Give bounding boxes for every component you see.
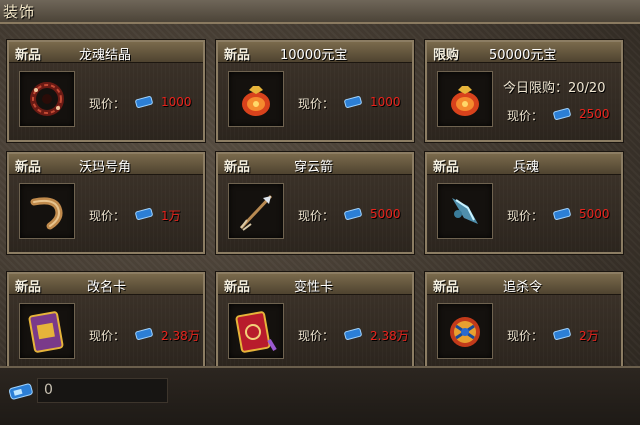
blue-gem-ticket-icon xyxy=(135,96,153,108)
card-body: 现价： 5000 xyxy=(218,175,412,252)
item-name: 追杀令 xyxy=(503,280,543,295)
new-tag: 新品 xyxy=(224,280,251,295)
shop-item-card[interactable]: 新品 追杀令 现价： 2万 xyxy=(425,272,623,368)
blue-gem-ticket-icon xyxy=(344,96,362,108)
item-slot[interactable] xyxy=(19,71,75,127)
gender-change-card-icon xyxy=(235,311,277,353)
new-tag: 新品 xyxy=(433,280,460,295)
item-name: 10000元宝 xyxy=(280,48,348,63)
item-price: 2.38万 xyxy=(161,329,200,343)
blue-gem-ticket-icon xyxy=(553,208,571,220)
shop-item-card[interactable]: 新品 10000元宝 现价： 1000 xyxy=(216,40,414,142)
hunt-order-icon xyxy=(450,317,480,347)
item-price: 2500 xyxy=(579,107,610,121)
shop-item-card[interactable]: 新品 沃玛号角 现价： 1万 xyxy=(7,152,205,254)
red-money-bag-icon xyxy=(451,86,479,116)
price-label: 现价： xyxy=(89,329,126,343)
rename-card-icon xyxy=(28,311,64,353)
item-name: 兵魂 xyxy=(513,160,540,175)
new-tag: 新品 xyxy=(224,160,251,175)
weapon-soul-icon xyxy=(452,198,478,224)
item-price: 1000 xyxy=(370,95,401,109)
shop-item-card[interactable]: 新品 兵魂 现价： 5000 xyxy=(425,152,623,254)
item-name: 改名卡 xyxy=(87,280,127,295)
dragon-soul-crystal-icon xyxy=(30,82,64,116)
card-body: 现价： 1万 xyxy=(9,175,203,252)
card-body: 现价： 2万 xyxy=(427,295,621,366)
window-title: 装饰 xyxy=(3,3,36,21)
blue-gem-ticket-icon xyxy=(553,108,571,120)
item-slot[interactable] xyxy=(437,71,493,127)
item-price: 1万 xyxy=(161,209,181,223)
limited-tag: 限购 xyxy=(433,48,460,63)
item-name: 50000元宝 xyxy=(489,48,557,63)
item-slot[interactable] xyxy=(19,303,75,359)
item-price: 5000 xyxy=(579,207,610,221)
card-header: 新品 10000元宝 xyxy=(218,42,412,63)
price-label: 现价： xyxy=(507,109,544,123)
blue-gem-ticket-icon xyxy=(8,383,33,400)
item-slot[interactable] xyxy=(228,71,284,127)
red-money-bag-icon xyxy=(242,86,270,116)
card-header: 新品 追杀令 xyxy=(427,274,621,295)
card-header: 新品 变性卡 xyxy=(218,274,412,295)
price-label: 现价： xyxy=(89,97,126,111)
item-slot[interactable] xyxy=(437,183,493,239)
card-header: 新品 龙魂结晶 xyxy=(9,42,203,63)
daily-limit-text: 今日限购：20/20 xyxy=(503,81,606,96)
item-name: 变性卡 xyxy=(294,280,334,295)
item-slot[interactable] xyxy=(19,183,75,239)
card-body: 现价： 2.38万 xyxy=(9,295,203,366)
card-body: 现价： 5000 xyxy=(427,175,621,252)
price-label: 现价： xyxy=(89,209,126,223)
card-header: 限购 50000元宝 xyxy=(427,42,621,63)
arrow-icon xyxy=(239,194,273,231)
shop-item-card[interactable]: 新品 改名卡 现价： 2.38万 xyxy=(7,272,205,368)
blue-gem-ticket-icon xyxy=(135,328,153,340)
item-price: 5000 xyxy=(370,207,401,221)
card-header: 新品 改名卡 xyxy=(9,274,203,295)
item-name: 龙魂结晶 xyxy=(79,48,132,63)
card-header: 新品 兵魂 xyxy=(427,154,621,175)
price-label: 现价： xyxy=(507,329,544,343)
price-label: 现价： xyxy=(298,209,335,223)
title-bar: 装饰 xyxy=(0,0,640,24)
blue-gem-ticket-icon xyxy=(135,208,153,220)
new-tag: 新品 xyxy=(433,160,460,175)
blue-gem-ticket-icon xyxy=(344,328,362,340)
item-price: 2.38万 xyxy=(370,329,409,343)
item-slot[interactable] xyxy=(228,303,284,359)
currency-balance-field: 0 xyxy=(37,378,168,403)
blue-gem-ticket-icon xyxy=(553,328,571,340)
shop-item-card[interactable]: 新品 变性卡 现价： 2.38万 xyxy=(216,272,414,368)
item-name: 穿云箭 xyxy=(294,160,334,175)
blue-gem-ticket-icon xyxy=(344,208,362,220)
item-name: 沃玛号角 xyxy=(79,160,132,175)
price-label: 现价： xyxy=(298,329,335,343)
item-price: 1000 xyxy=(161,95,192,109)
card-header: 新品 穿云箭 xyxy=(218,154,412,175)
card-header: 新品 沃玛号角 xyxy=(9,154,203,175)
shop-item-card[interactable]: 新品 穿云箭 现价： 5000 xyxy=(216,152,414,254)
new-tag: 新品 xyxy=(15,280,42,295)
price-label: 现价： xyxy=(507,209,544,223)
price-label: 现价： xyxy=(298,97,335,111)
item-slot[interactable] xyxy=(437,303,493,359)
card-body: 现价： 2.38万 xyxy=(218,295,412,366)
item-slot[interactable] xyxy=(228,183,284,239)
new-tag: 新品 xyxy=(224,48,251,63)
card-body: 现价： 1000 xyxy=(218,63,412,140)
shop-item-card[interactable]: 新品 龙魂结晶 现价： 1000 xyxy=(7,40,205,142)
new-tag: 新品 xyxy=(15,160,42,175)
card-body: 现价： 1000 xyxy=(9,63,203,140)
shop-item-card[interactable]: 限购 50000元宝 今日限购：20/20 现价： 2500 xyxy=(425,40,623,142)
item-price: 2万 xyxy=(579,329,599,343)
woma-horn-icon xyxy=(30,197,63,230)
new-tag: 新品 xyxy=(15,48,42,63)
card-body: 今日限购：20/20 现价： 2500 xyxy=(427,63,621,140)
